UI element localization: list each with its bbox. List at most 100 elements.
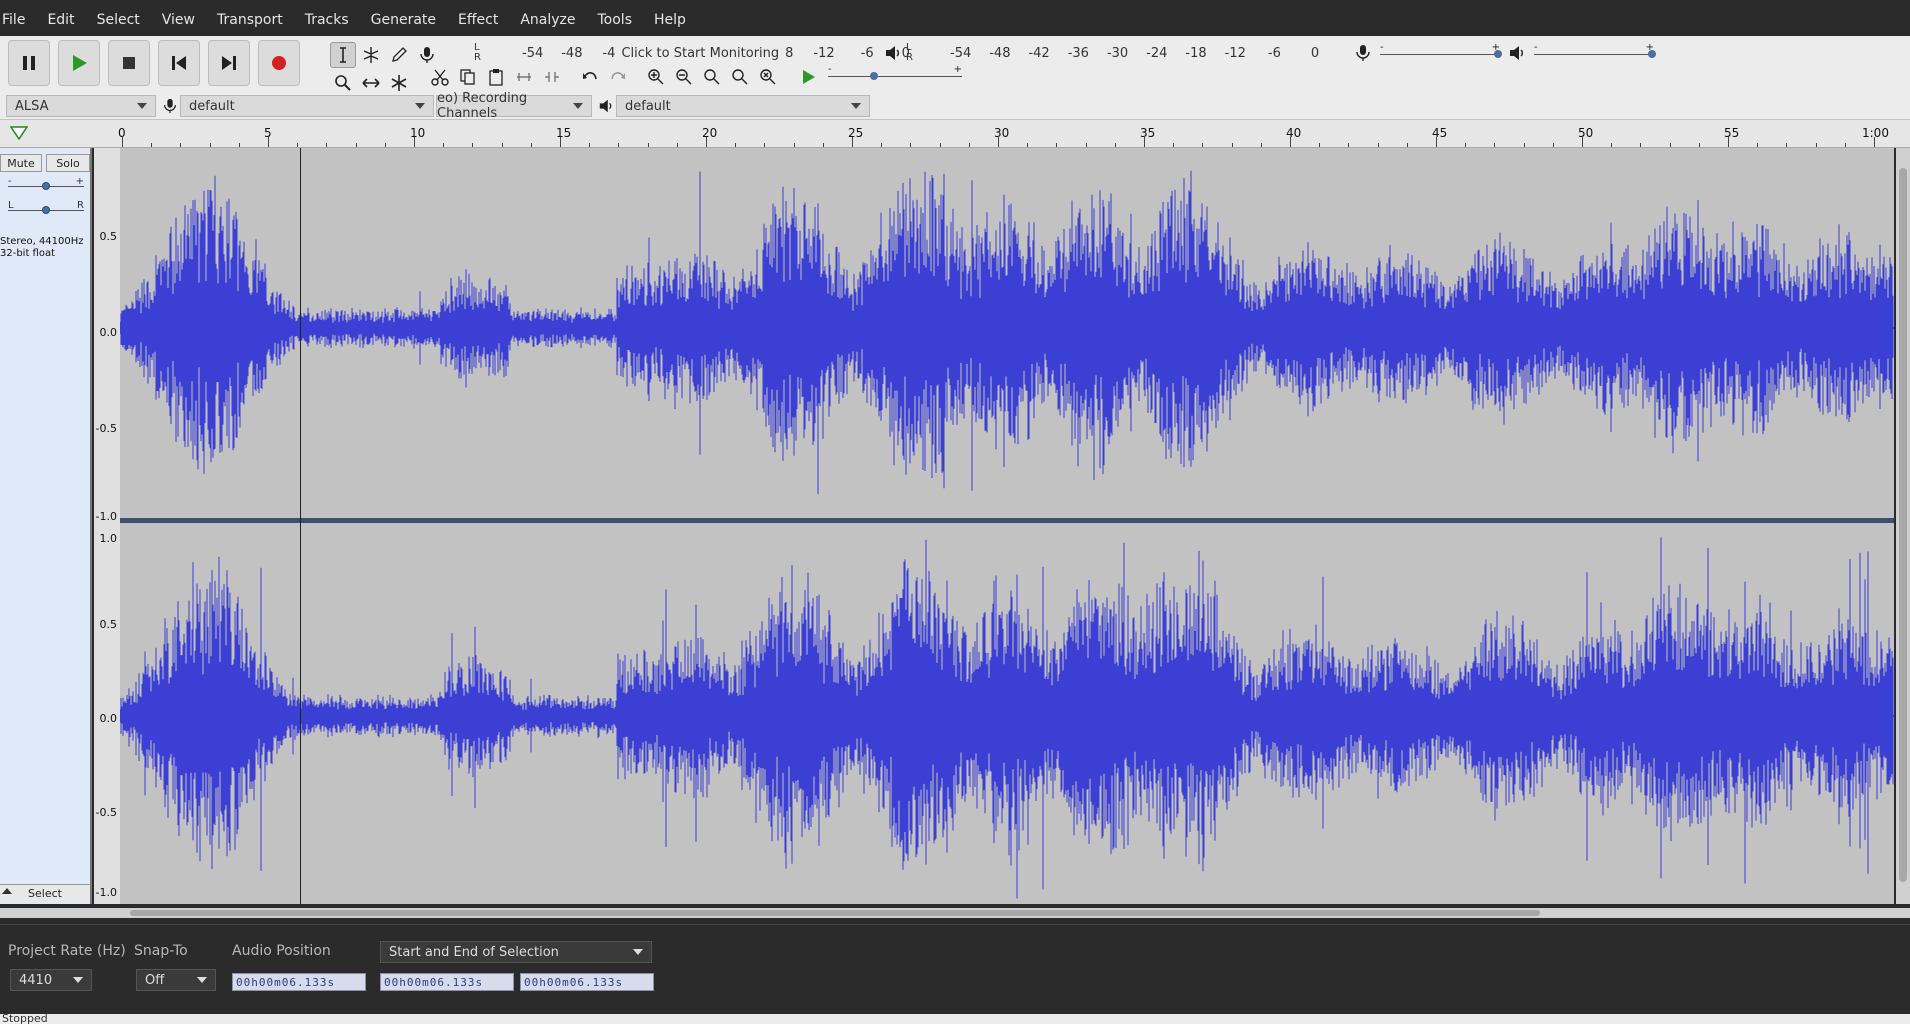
collapse-icon[interactable] bbox=[2, 888, 12, 894]
track-area: Mute Solo - + L R Stereo, 44100Hz 32-bit… bbox=[0, 148, 1910, 918]
playback-device-value: default bbox=[625, 98, 671, 114]
ruler-major-tick bbox=[1582, 137, 1583, 147]
playback-volume-slider[interactable]: - + bbox=[1534, 42, 1656, 60]
menu-effect[interactable]: Effect bbox=[447, 0, 509, 40]
menu-transport[interactable]: Transport bbox=[206, 0, 294, 40]
ruler-minor-tick bbox=[1202, 143, 1204, 147]
menu-generate[interactable]: Generate bbox=[360, 0, 447, 40]
menu-edit[interactable]: Edit bbox=[36, 0, 85, 40]
stop-button[interactable] bbox=[108, 40, 150, 86]
waveform-channel bbox=[120, 537, 1894, 899]
selection-mode-dropdown[interactable]: Start and End of Selection bbox=[380, 941, 652, 963]
playback-meter-tick: -24 bbox=[1146, 45, 1168, 61]
ruler-minor-tick bbox=[1640, 143, 1642, 147]
play-speed-slider[interactable]: - + bbox=[828, 64, 962, 84]
ruler-minor-tick bbox=[1173, 143, 1175, 147]
ruler-minor-tick bbox=[1669, 143, 1671, 147]
horizontal-scrollbar[interactable] bbox=[0, 908, 1910, 918]
pause-button[interactable] bbox=[8, 40, 50, 86]
ruler-label: 35 bbox=[1140, 126, 1156, 140]
copy-button[interactable] bbox=[456, 65, 480, 89]
gain-slider[interactable]: - + bbox=[8, 176, 84, 194]
vertical-scrollbar[interactable] bbox=[1896, 148, 1910, 904]
pan-slider[interactable]: L R bbox=[8, 200, 84, 218]
playback-meter[interactable]: L R -54 -48 -42 -36 -30 -24 -18 -12 -6 0 bbox=[884, 42, 1319, 64]
track-select-button[interactable]: Select bbox=[0, 884, 90, 902]
draw-tool[interactable] bbox=[386, 42, 412, 68]
ruler-minor-tick bbox=[472, 143, 474, 147]
ruler-minor-tick bbox=[968, 143, 970, 147]
menu-analyze[interactable]: Analyze bbox=[509, 0, 586, 40]
skip-to-start-icon bbox=[172, 56, 186, 70]
ruler-minor-tick bbox=[822, 143, 824, 147]
mute-button[interactable]: Mute bbox=[0, 154, 42, 172]
zoom-out-button[interactable] bbox=[672, 65, 696, 89]
recording-device-dropdown[interactable]: default bbox=[180, 95, 434, 117]
scrollbar-thumb[interactable] bbox=[130, 910, 1540, 916]
waveform-area[interactable] bbox=[120, 148, 1894, 904]
selection-tool[interactable] bbox=[330, 42, 356, 68]
menu-tracks[interactable]: Tracks bbox=[294, 0, 360, 40]
slider-knob[interactable] bbox=[1648, 50, 1656, 58]
ruler-minor-tick bbox=[618, 143, 620, 147]
snap-to-value: Off bbox=[145, 972, 165, 988]
ruler-minor-tick bbox=[589, 143, 591, 147]
waveform-channel bbox=[120, 170, 1894, 495]
zoom-in-button[interactable] bbox=[644, 65, 668, 89]
ruler-label: 15 bbox=[556, 126, 572, 140]
skip-to-start-button[interactable] bbox=[158, 40, 200, 86]
ruler-minor-tick bbox=[326, 143, 328, 147]
record-meter-tick: -12 bbox=[813, 45, 835, 61]
ruler-minor-tick bbox=[1085, 143, 1087, 147]
pause-icon bbox=[23, 56, 35, 70]
paste-button[interactable] bbox=[484, 65, 508, 89]
playback-device-dropdown[interactable]: default bbox=[616, 95, 870, 117]
cut-button[interactable] bbox=[428, 65, 452, 89]
menu-help[interactable]: Help bbox=[643, 0, 697, 40]
play-at-speed-button[interactable] bbox=[796, 65, 820, 89]
envelope-tool[interactable] bbox=[358, 42, 384, 68]
record-meter-tick: -6 bbox=[860, 45, 874, 61]
recording-meter[interactable]: L R -54 -48 -4 Click to Start Monitoring… bbox=[470, 42, 910, 64]
project-rate-dropdown[interactable]: 4410 bbox=[10, 969, 92, 991]
slider-knob[interactable] bbox=[1494, 50, 1502, 58]
play-button[interactable] bbox=[58, 40, 100, 86]
recording-channels-dropdown[interactable]: eo) Recording Channels bbox=[436, 91, 592, 121]
silence-button[interactable] bbox=[540, 65, 564, 89]
ruler-label: 1:00 bbox=[1862, 126, 1889, 140]
menu-tools[interactable]: Tools bbox=[587, 0, 644, 40]
snap-to-dropdown[interactable]: Off bbox=[136, 969, 216, 991]
selection-start-field[interactable]: 00h00m06.133s bbox=[380, 973, 514, 991]
channel-divider[interactable] bbox=[120, 518, 1894, 523]
ruler-major-tick bbox=[706, 137, 707, 147]
timeline-ruler[interactable]: 0 5 10 15 20 25 30 35 40 45 50 55 1:00 bbox=[0, 120, 1910, 148]
slider-knob[interactable] bbox=[42, 182, 50, 190]
scrollbar-thumb[interactable] bbox=[1899, 168, 1907, 882]
zoom-toggle-button[interactable] bbox=[756, 65, 780, 89]
audio-host-dropdown[interactable]: ALSA bbox=[6, 95, 156, 117]
menu-view[interactable]: View bbox=[151, 0, 206, 40]
project-rate-label: Project Rate (Hz) bbox=[8, 943, 126, 959]
record-button[interactable] bbox=[258, 40, 300, 86]
skip-to-end-icon bbox=[222, 56, 236, 70]
audio-position-field[interactable]: 00h00m06.133s bbox=[232, 973, 366, 991]
ruler-label: 25 bbox=[848, 126, 864, 140]
solo-button[interactable]: Solo bbox=[46, 154, 90, 172]
menu-file[interactable]: File bbox=[0, 0, 36, 40]
selection-end-field[interactable]: 00h00m06.133s bbox=[520, 973, 654, 991]
undo-button[interactable] bbox=[578, 65, 602, 89]
asterisk-icon bbox=[391, 75, 407, 91]
menu-select[interactable]: Select bbox=[86, 0, 151, 40]
redo-button[interactable] bbox=[606, 65, 630, 89]
trim-button[interactable] bbox=[512, 65, 536, 89]
ruler-minor-tick bbox=[1319, 143, 1321, 147]
i-beam-icon bbox=[340, 47, 346, 63]
monitor-text[interactable]: Click to Start Monitoring bbox=[621, 46, 779, 61]
slider-knob[interactable] bbox=[42, 206, 50, 214]
recording-volume-slider[interactable]: - + bbox=[1380, 42, 1502, 60]
vertical-scale[interactable]: 0.5 0.0 -0.5 -1.0 1.0 0.5 0.0 -0.5 -1.0 bbox=[94, 148, 120, 904]
skip-to-end-button[interactable] bbox=[208, 40, 250, 86]
fit-selection-button[interactable] bbox=[700, 65, 724, 89]
slider-knob[interactable] bbox=[870, 72, 878, 80]
fit-project-button[interactable] bbox=[728, 65, 752, 89]
